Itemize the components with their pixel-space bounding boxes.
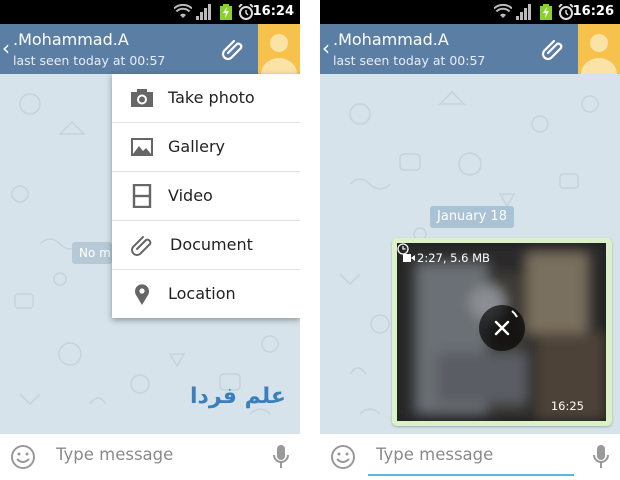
video-thumbnail[interactable]: 2:27, 5.6 MB 16:25: [397, 243, 606, 421]
contact-name[interactable]: .Mohammad.A: [13, 30, 129, 49]
cancel-download-button[interactable]: [479, 305, 525, 351]
alarm-icon: [558, 4, 574, 20]
message-input[interactable]: Type message: [376, 445, 493, 464]
status-bar: 16:26: [320, 0, 620, 24]
video-icon: [132, 184, 152, 208]
microphone-icon[interactable]: [272, 444, 290, 470]
status-time: 16:26: [572, 4, 614, 19]
message-time: 16:25: [550, 399, 584, 413]
watermark-logo: علم فردا: [190, 384, 286, 409]
message-input[interactable]: Type message: [56, 445, 173, 464]
attach-menu: Take photo Gallery Video Document Locati…: [112, 74, 300, 318]
clock-pending-icon: [397, 243, 409, 255]
emoji-icon[interactable]: [330, 444, 356, 470]
back-chevron-icon[interactable]: ‹: [322, 36, 330, 60]
location-icon: [135, 284, 149, 305]
no-messages-label: No m: [72, 242, 112, 264]
status-time: 16:24: [252, 4, 294, 19]
gallery-icon: [131, 138, 153, 156]
message-input-bar: Type message: [0, 434, 300, 480]
signal-icon: [516, 4, 531, 20]
menu-label: Take photo: [168, 88, 255, 107]
wifi-icon: [494, 4, 512, 18]
signal-icon: [196, 4, 211, 20]
battery-charging-icon: [220, 4, 232, 20]
avatar[interactable]: [258, 24, 300, 74]
chat-header: ‹ .Mohammad.A last seen today at 00:57: [0, 24, 300, 74]
camera-icon: [131, 89, 153, 107]
document-icon: [131, 236, 152, 256]
menu-item-location[interactable]: Location: [112, 270, 300, 318]
video-info: 2:27, 5.6 MB: [417, 251, 490, 265]
battery-charging-icon: [540, 4, 552, 20]
menu-item-take-photo[interactable]: Take photo: [112, 74, 300, 123]
divider: [300, 0, 320, 480]
contact-name[interactable]: .Mohammad.A: [333, 30, 449, 49]
back-chevron-icon[interactable]: ‹: [2, 36, 10, 60]
attach-paperclip-icon[interactable]: [540, 36, 566, 62]
status-bar: 16:24: [0, 0, 300, 24]
menu-label: Gallery: [168, 137, 225, 156]
chat-header: ‹ .Mohammad.A last seen today at 00:57: [320, 24, 620, 74]
microphone-icon[interactable]: [592, 444, 610, 470]
left-screen: 16:24 ‹ .Mohammad.A last seen today at 0…: [0, 0, 300, 480]
wifi-icon: [174, 4, 192, 18]
avatar[interactable]: [578, 24, 620, 74]
menu-label: Video: [168, 186, 213, 205]
alarm-icon: [238, 4, 254, 20]
last-seen-status: last seen today at 00:57: [333, 53, 486, 68]
last-seen-status: last seen today at 00:57: [13, 53, 166, 68]
menu-item-gallery[interactable]: Gallery: [112, 123, 300, 172]
date-badge: January 18: [430, 206, 514, 228]
menu-item-document[interactable]: Document: [112, 221, 300, 270]
menu-label: Document: [170, 235, 253, 254]
menu-item-video[interactable]: Video: [112, 172, 300, 221]
menu-label: Location: [168, 284, 236, 303]
input-focus-underline: [368, 474, 574, 476]
message-input-bar: Type message: [320, 434, 620, 480]
emoji-icon[interactable]: [10, 444, 36, 470]
attach-paperclip-icon[interactable]: [220, 36, 246, 62]
video-message-bubble[interactable]: 2:27, 5.6 MB 16:25: [392, 238, 612, 426]
